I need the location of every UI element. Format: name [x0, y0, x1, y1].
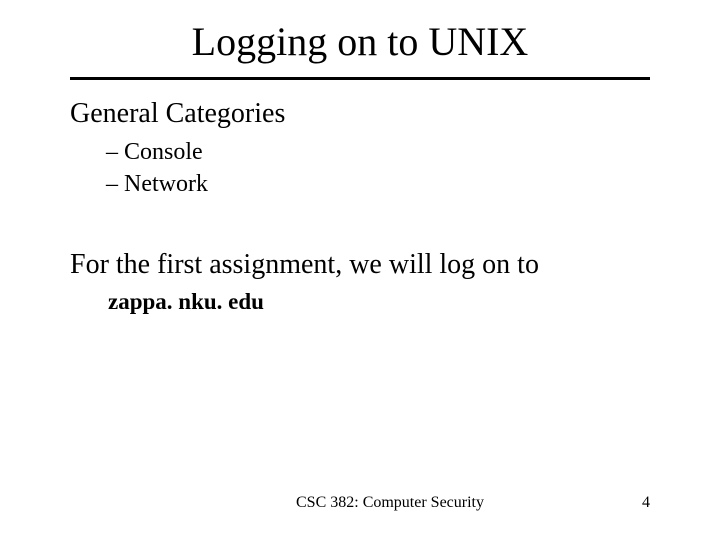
- slide-title: Logging on to UNIX: [70, 18, 650, 80]
- bullet-item: – Console: [106, 136, 660, 168]
- footer-course: CSC 382: Computer Security: [70, 494, 610, 512]
- section-heading-assignment: For the first assignment, we will log on…: [70, 249, 660, 281]
- section-heading-categories: General Categories: [70, 98, 660, 130]
- bullet-list: – Console – Network: [70, 136, 660, 201]
- footer-page-number: 4: [610, 494, 650, 512]
- slide: Logging on to UNIX General Categories – …: [0, 0, 720, 540]
- slide-footer: CSC 382: Computer Security 4: [0, 494, 720, 512]
- hostname-text: zappa. nku. edu: [70, 289, 660, 315]
- bullet-item: – Network: [106, 168, 660, 200]
- slide-content: General Categories – Console – Network F…: [60, 98, 660, 315]
